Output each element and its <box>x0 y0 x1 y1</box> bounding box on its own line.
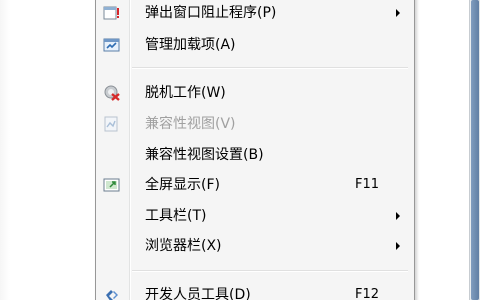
submenu-arrow-icon <box>396 9 400 17</box>
menu-item-popup-blocker[interactable]: 弹出窗口阻止程序(P) <box>99 1 409 25</box>
menu-item-fullscreen[interactable]: 全屏显示(F) F11 <box>99 173 409 197</box>
shortcut-key: F11 <box>355 177 380 192</box>
menu-item-label: 全屏显示(F) <box>145 177 220 193</box>
menu-item-compatibility-view[interactable]: 兼容性视图(V) <box>99 112 409 136</box>
fullscreen-icon <box>103 177 121 193</box>
manage-addons-icon <box>103 37 121 53</box>
menu-item-toolbars[interactable]: 工具栏(T) <box>99 204 409 228</box>
menu-item-label: 弹出窗口阻止程序(P) <box>145 5 277 21</box>
menu-separator <box>132 67 408 69</box>
window-edge <box>0 0 10 300</box>
developer-tools-icon <box>103 287 121 300</box>
menu-item-label: 开发人员工具(D) <box>145 287 251 300</box>
menu-item-label: 管理加载项(A) <box>145 37 236 53</box>
menu-item-work-offline[interactable]: 脱机工作(W) <box>99 81 409 105</box>
scrollbar-thumb[interactable] <box>471 0 479 300</box>
popup-blocker-icon <box>103 5 121 21</box>
compatibility-view-icon <box>103 116 121 132</box>
menu-item-compatibility-view-settings[interactable]: 兼容性视图设置(B) <box>99 143 409 167</box>
menu-item-label: 工具栏(T) <box>145 208 207 224</box>
menu-item-manage-addons[interactable]: 管理加载项(A) <box>99 33 409 57</box>
menu-item-label: 兼容性视图设置(B) <box>145 147 264 163</box>
menu-item-label: 浏览器栏(X) <box>145 238 222 254</box>
submenu-arrow-icon <box>396 212 400 220</box>
tools-context-menu: 弹出窗口阻止程序(P) 管理加载项(A) 脱机工作(W) 兼容性视图(V) 兼容… <box>95 0 415 300</box>
menu-item-developer-tools[interactable]: 开发人员工具(D) F12 <box>99 283 409 300</box>
screen: 弹出窗口阻止程序(P) 管理加载项(A) 脱机工作(W) 兼容性视图(V) 兼容… <box>0 0 480 300</box>
menu-item-label: 脱机工作(W) <box>145 85 226 101</box>
submenu-arrow-icon <box>396 242 400 250</box>
work-offline-icon <box>103 85 121 101</box>
menu-separator <box>132 270 408 272</box>
menu-item-label: 兼容性视图(V) <box>145 116 236 132</box>
vertical-scrollbar[interactable] <box>469 0 480 300</box>
menu-item-explorer-bars[interactable]: 浏览器栏(X) <box>99 234 409 258</box>
shortcut-key: F12 <box>355 287 380 300</box>
